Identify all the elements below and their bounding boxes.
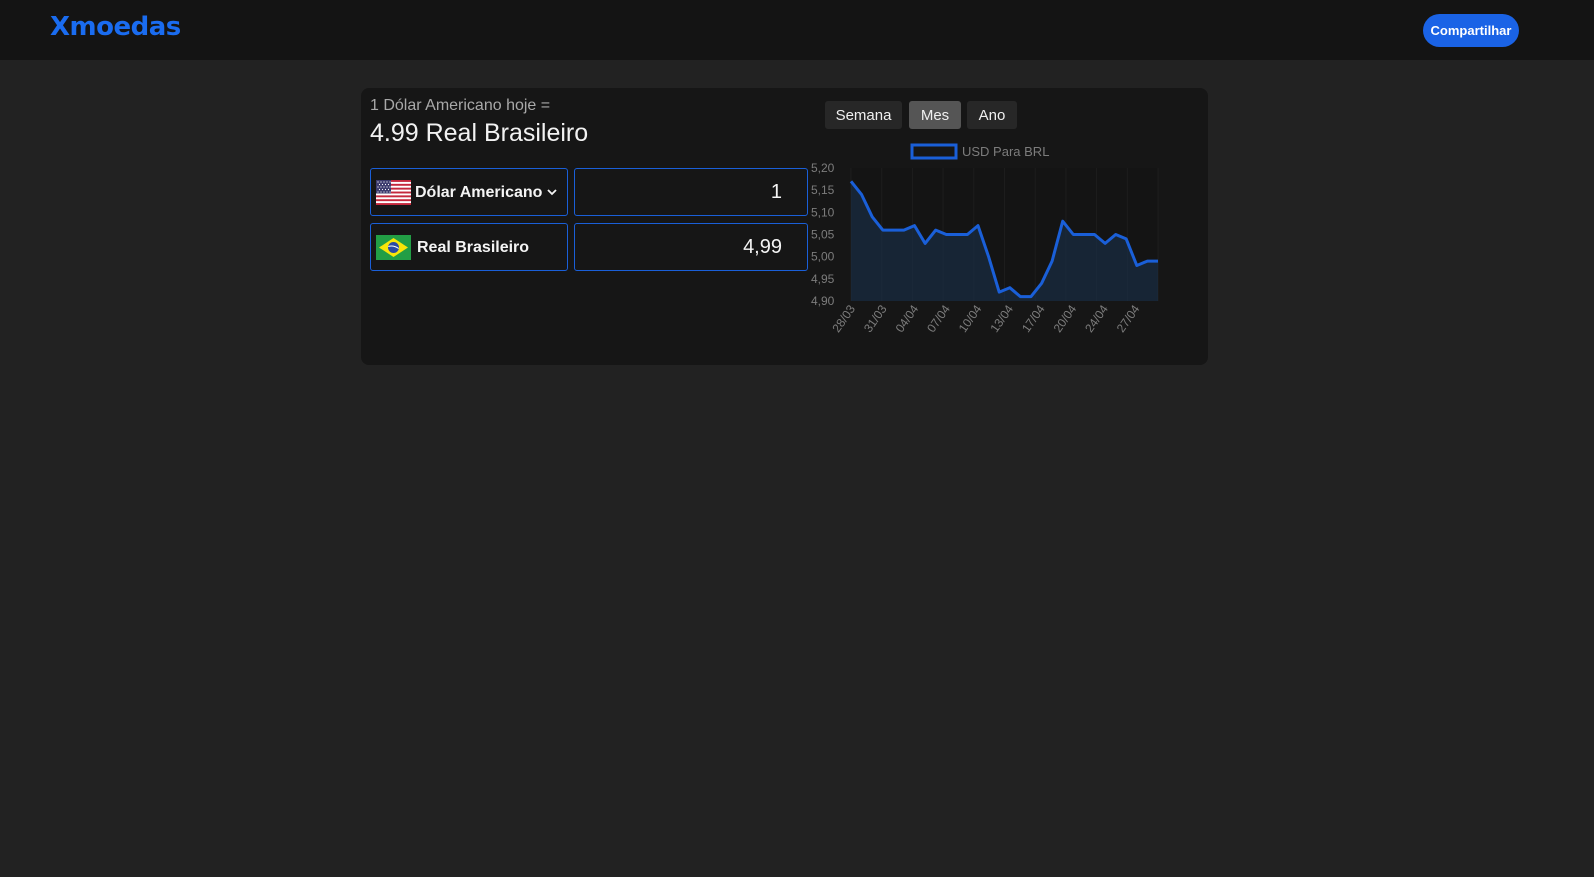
- us-flag-icon: [376, 180, 411, 205]
- y-tick-label: 5,20: [811, 161, 835, 175]
- y-tick-label: 4,95: [811, 272, 835, 286]
- today-label: 1 Dólar Americano hoje =: [370, 97, 551, 114]
- x-tick-label: 07/04: [924, 302, 953, 335]
- x-tick-label: 31/03: [861, 302, 890, 335]
- tab-mes[interactable]: Mes: [909, 101, 961, 129]
- x-tick-label: 24/04: [1082, 302, 1111, 335]
- to-currency-label: Real Brasileiro: [417, 239, 530, 256]
- chevron-down-icon: [546, 182, 558, 205]
- y-tick-label: 5,05: [811, 228, 835, 242]
- y-tick-label: 5,10: [811, 205, 835, 219]
- rate-label: 4.99 Real Brasileiro: [370, 119, 589, 147]
- x-tick-label: 17/04: [1019, 302, 1048, 335]
- tab-semana[interactable]: Semana: [825, 101, 902, 129]
- x-tick-label: 27/04: [1114, 302, 1143, 335]
- rate-chart: USD Para BRL 5,20 5,15 5,10 5,05 5,00 4,95 4,90…: [811, 143, 1159, 335]
- y-tick-label: 5,15: [811, 183, 835, 197]
- from-amount-input[interactable]: 1: [574, 168, 808, 216]
- br-flag-icon: [376, 235, 411, 260]
- converter-card: 1 Dólar Americano hoje = 4.99 Real Brasi…: [361, 88, 1208, 365]
- x-tick-label: 20/04: [1051, 302, 1080, 335]
- logo[interactable]: Xmoedas: [50, 12, 181, 42]
- legend-swatch: [910, 143, 958, 160]
- y-tick-label: 5,00: [811, 250, 835, 264]
- from-currency-select[interactable]: Dólar Americano: [370, 168, 568, 216]
- to-amount-input[interactable]: 4,99: [574, 223, 808, 271]
- top-bar: Xmoedas Compartilhar: [0, 0, 1594, 60]
- y-tick-label: 4,90: [811, 294, 835, 308]
- tab-ano[interactable]: Ano: [967, 101, 1017, 129]
- from-currency-label: Dólar Americano: [415, 184, 543, 201]
- share-button[interactable]: Compartilhar: [1423, 14, 1519, 47]
- to-currency-select[interactable]: Real Brasileiro: [370, 223, 568, 271]
- legend-label: USD Para BRL: [962, 144, 1049, 159]
- x-tick-label: 13/04: [987, 302, 1016, 335]
- from-amount-value[interactable]: 1: [771, 181, 782, 204]
- x-tick-label: 10/04: [956, 302, 985, 335]
- to-amount-value[interactable]: 4,99: [743, 236, 782, 259]
- x-tick-label: 04/04: [893, 302, 922, 335]
